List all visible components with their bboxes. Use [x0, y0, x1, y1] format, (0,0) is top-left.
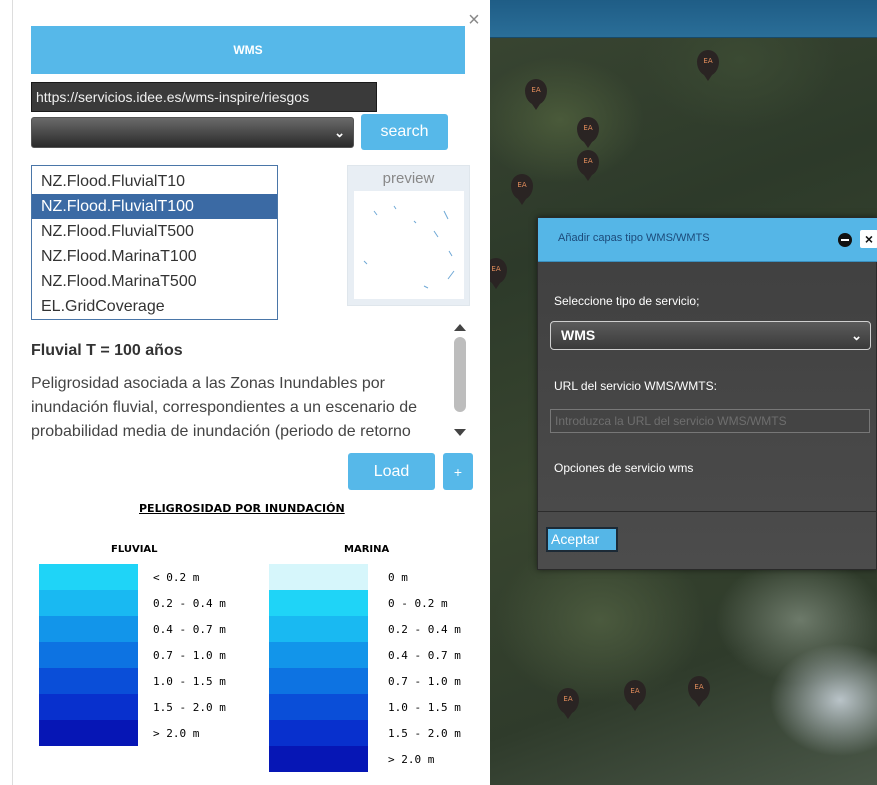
minimize-icon[interactable]: [838, 233, 852, 247]
accept-button[interactable]: Aceptar: [546, 527, 618, 552]
url-label: URL del servicio WMS/WMTS:: [554, 379, 717, 393]
legend-title: PELIGROSIDAD POR INUNDACIÓN: [139, 502, 345, 515]
divider: [538, 511, 877, 512]
dialog-title: Añadir capas tipo WMS/WMTS: [558, 232, 710, 244]
legend-swatch: [39, 564, 138, 590]
map-marker[interactable]: EA: [577, 150, 599, 181]
description-text: Peligrosidad asociada a las Zonas Inunda…: [31, 375, 418, 440]
service-type-select[interactable]: WMS ⌄: [550, 321, 871, 350]
layer-type-select[interactable]: ⌄: [31, 117, 354, 148]
legend-label: 0.2 - 0.4 m: [388, 623, 461, 636]
scroll-down-icon[interactable]: [454, 429, 466, 436]
legend-swatch: [269, 616, 368, 642]
map-top-bar: [480, 0, 877, 38]
legend-label: 0.7 - 1.0 m: [153, 649, 226, 662]
layer-item[interactable]: NZ.Flood.MarinaT500: [32, 269, 277, 294]
legend-swatch: [269, 668, 368, 694]
service-type-label: Seleccione tipo de servicio;: [554, 294, 700, 308]
dialog-header[interactable]: Añadir capas tipo WMS/WMTS ×: [538, 218, 877, 262]
legend-label: 0 - 0.2 m: [388, 597, 448, 610]
wms-panel: WMS https://servicios.idee.es/wms-inspir…: [12, 0, 490, 785]
description-scrollbar[interactable]: [452, 320, 468, 440]
add-layer-dialog: Añadir capas tipo WMS/WMTS × Seleccione …: [537, 217, 877, 570]
legend-swatch: [39, 694, 138, 720]
layer-item[interactable]: EL.GridCoverage: [32, 294, 277, 319]
legend-swatch: [269, 746, 368, 772]
layer-item[interactable]: NZ.Flood.MarinaT100: [32, 244, 277, 269]
description-title: Fluvial T = 100 años: [31, 342, 183, 359]
legend-marina-title: MARINA: [344, 544, 390, 555]
map-marker[interactable]: EA: [525, 79, 547, 110]
map-marker[interactable]: EA: [511, 174, 533, 205]
legend-swatch: [269, 694, 368, 720]
service-url-input[interactable]: Introduzca la URL del servicio WMS/WMTS: [550, 409, 870, 433]
preview-label: preview: [382, 170, 435, 187]
panel-title: WMS: [31, 26, 465, 74]
load-button[interactable]: Load: [348, 453, 435, 490]
map-marker[interactable]: EA: [624, 680, 646, 711]
preview-image: [354, 191, 464, 299]
legend-label: > 2.0 m: [388, 753, 435, 766]
legend-label: 0 m: [388, 571, 408, 584]
legend-label: < 0.2 m: [153, 571, 200, 584]
legend-label: 0.4 - 0.7 m: [388, 649, 461, 662]
legend-swatch: [39, 642, 138, 668]
scroll-thumb[interactable]: [454, 337, 466, 412]
legend-swatch: [39, 668, 138, 694]
layer-item[interactable]: NZ.Flood.FluvialT500: [32, 219, 277, 244]
legend-label: 0.7 - 1.0 m: [388, 675, 461, 688]
legend-label: 1.0 - 1.5 m: [388, 701, 461, 714]
close-icon[interactable]: ×: [465, 10, 483, 30]
scroll-up-icon[interactable]: [454, 324, 466, 331]
legend-label: 0.4 - 0.7 m: [153, 623, 226, 636]
service-type-value: WMS: [561, 327, 596, 343]
chevron-down-icon: ⌄: [334, 125, 345, 140]
layer-list[interactable]: NZ.Flood.FluvialT10 NZ.Flood.FluvialT100…: [31, 165, 278, 320]
map-marker[interactable]: EA: [557, 688, 579, 719]
chevron-down-icon: ⌄: [851, 328, 862, 343]
legend-swatch: [39, 720, 138, 746]
description-area[interactable]: Fluvial T = 100 años Peligrosidad asocia…: [31, 320, 471, 442]
legend-swatch: [39, 590, 138, 616]
map-marker[interactable]: EA: [688, 676, 710, 707]
search-button[interactable]: search: [361, 114, 448, 150]
close-icon[interactable]: ×: [860, 230, 877, 248]
add-button[interactable]: +: [443, 453, 473, 490]
options-label: Opciones de servicio wms: [554, 461, 694, 475]
legend-swatch: [39, 616, 138, 642]
legend-swatch: [269, 642, 368, 668]
map-marker[interactable]: EA: [697, 50, 719, 81]
map-marker[interactable]: EA: [577, 117, 599, 148]
legend-label: 1.5 - 2.0 m: [388, 727, 461, 740]
legend-swatch: [269, 720, 368, 746]
preview-box: preview: [347, 165, 470, 306]
legend-label: > 2.0 m: [153, 727, 200, 740]
legend-label: 1.5 - 2.0 m: [153, 701, 226, 714]
legend-label: 1.0 - 1.5 m: [153, 675, 226, 688]
url-input[interactable]: https://servicios.idee.es/wms-inspire/ri…: [31, 82, 377, 112]
legend-fluvial-title: FLUVIAL: [111, 544, 158, 555]
layer-item-selected[interactable]: NZ.Flood.FluvialT100: [32, 194, 277, 219]
layer-item[interactable]: NZ.Flood.FluvialT10: [32, 169, 277, 194]
legend-swatch: [269, 564, 368, 590]
legend-label: 0.2 - 0.4 m: [153, 597, 226, 610]
legend-swatch: [269, 590, 368, 616]
